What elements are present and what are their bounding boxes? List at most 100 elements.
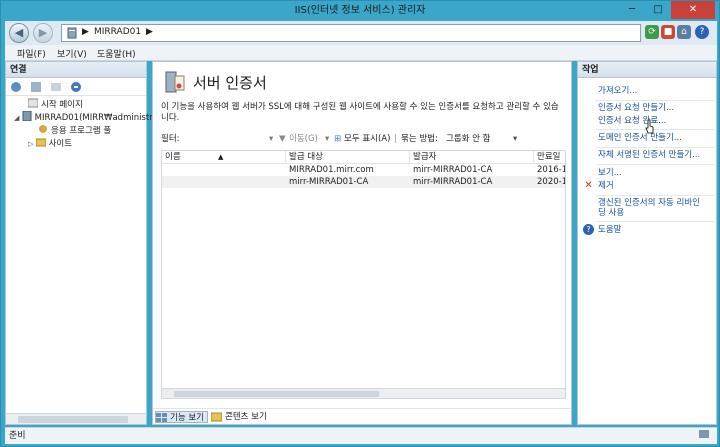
- toolbar-separator: |: [394, 134, 397, 144]
- save-icon[interactable]: [30, 81, 42, 96]
- connections-scrollbar[interactable]: [6, 413, 146, 424]
- window-title: IIS(인터넷 정보 서비스) 관리자: [294, 5, 426, 16]
- table-header: 이름 ▲ 발급 대상 발급자 만료일: [162, 151, 565, 164]
- folder-icon: [35, 137, 47, 147]
- menu-view[interactable]: 보기(V): [57, 47, 87, 60]
- address-row: ◀ ▶ ▶ MIRRAD01 ▶ ⟳ ■ ⌂ ?: [5, 21, 717, 45]
- connect-icon[interactable]: [10, 81, 22, 96]
- address-segment-server[interactable]: MIRRAD01: [94, 27, 141, 37]
- filter-label: 필터:: [161, 134, 180, 144]
- cell-issued-to: MIRRAD01.mirr.com: [289, 165, 374, 175]
- connections-tree: 시작 페이지 ◢ MIRRAD01(MIRR₩administra 응용 프로그…: [6, 96, 158, 426]
- tree-item-server[interactable]: ◢ MIRRAD01(MIRR₩administra: [14, 110, 158, 123]
- tree-item-start-page[interactable]: 시작 페이지: [27, 98, 83, 110]
- filter-input[interactable]: [189, 134, 269, 144]
- feature-view-icon: [156, 413, 167, 423]
- column-header-issued-to[interactable]: 발급 대상: [286, 151, 410, 164]
- maximize-button[interactable]: □: [645, 1, 671, 19]
- connections-header: 연결: [6, 62, 146, 78]
- action-create-certificate-request[interactable]: 인증서 요청 만들기...: [598, 103, 674, 113]
- action-separator: [596, 129, 714, 130]
- action-view[interactable]: 보기...: [598, 168, 622, 178]
- back-button[interactable]: ◀: [9, 23, 29, 43]
- cell-issued-to: mirr-MIRRAD01-CA: [289, 177, 369, 187]
- main-content: 서버 인증서 이 기능을 사용하여 웹 서버가 SSL에 대해 구성된 웹 사이…: [152, 61, 572, 425]
- cell-name: [162, 176, 286, 188]
- action-create-self-signed-certificate[interactable]: 자체 서명된 인증서 만들기...: [598, 150, 700, 160]
- cell-name: [162, 164, 286, 176]
- iis-manager-window: IIS(인터넷 정보 서비스) 관리자 ─ □ ✕ ◀ ▶ ▶ MIRRAD01…: [0, 0, 720, 447]
- cell-issued-by: mirr-MIRRAD01-CA: [413, 177, 493, 187]
- action-create-domain-certificate[interactable]: 도메인 인증서 만들기...: [598, 133, 682, 143]
- tree-item-app-pools[interactable]: 응용 프로그램 풀: [38, 124, 111, 136]
- page-title: 서버 인증서: [193, 74, 267, 92]
- start-page-icon: [27, 98, 39, 108]
- home-icon[interactable]: ⌂: [677, 25, 691, 39]
- cell-expiration: 2016-1: [537, 165, 566, 175]
- tab-content-view[interactable]: 콘텐츠 보기: [210, 411, 267, 423]
- filter-dropdown-icon[interactable]: ▾: [269, 132, 273, 146]
- action-remove[interactable]: 제거: [598, 181, 614, 191]
- filter-bar: 필터: ▾ ▼ 이동(G) ▾ ⊞ 모두 표시(A) | 묶는 방법: 그룹화 …: [161, 132, 566, 146]
- column-header-expiration[interactable]: 만료일: [534, 151, 565, 164]
- table-scrollbar[interactable]: [161, 388, 566, 399]
- window-controls: ─ □ ✕: [619, 1, 715, 19]
- action-separator: [596, 195, 714, 196]
- column-header-name[interactable]: 이름 ▲: [162, 151, 286, 164]
- table-row[interactable]: MIRRAD01.mirr.com mirr-MIRRAD01-CA 2016-…: [162, 164, 565, 176]
- action-complete-certificate-request[interactable]: 인증서 요청 완료...: [598, 116, 666, 126]
- help-icon[interactable]: ?: [695, 25, 709, 39]
- go-dropdown-icon[interactable]: ▾: [325, 132, 329, 146]
- status-text: 준비: [9, 431, 26, 441]
- stop-icon[interactable]: ■: [661, 25, 675, 39]
- mouse-cursor-icon: [645, 119, 654, 134]
- go-button[interactable]: 이동(G): [289, 132, 318, 146]
- close-button[interactable]: ✕: [671, 1, 715, 19]
- menu-bar: 파일(F) 보기(V) 도움말(H): [5, 45, 717, 61]
- connections-toolbar: [6, 78, 146, 96]
- title-bar: IIS(인터넷 정보 서비스) 관리자 ─ □ ✕: [1, 1, 719, 21]
- table-row[interactable]: mirr-MIRRAD01-CA mirr-MIRRAD01-CA 2020-1: [162, 176, 565, 188]
- server-icon: [22, 110, 32, 122]
- address-separator: ▶: [82, 27, 89, 37]
- group-by-dropdown-icon[interactable]: ▾: [513, 132, 517, 146]
- forward-button[interactable]: ▶: [33, 23, 53, 43]
- group-by-select[interactable]: 그룹화 안 함: [446, 132, 491, 146]
- action-help[interactable]: 도움말: [598, 225, 621, 235]
- server-certificates-icon: [163, 70, 187, 94]
- tree-item-sites[interactable]: ▷ 사이트: [28, 137, 72, 149]
- action-enable-auto-rebind[interactable]: 갱신된 인증서의 자동 리바인 딩 사용: [598, 198, 700, 218]
- help-icon: ?: [583, 224, 594, 235]
- go-icon: ▼: [279, 134, 286, 144]
- group-by-label: 묶는 방법:: [401, 134, 438, 144]
- status-bar: 준비: [5, 427, 717, 444]
- page-description: 이 기능을 사용하여 웹 서버가 SSL에 대해 구성된 웹 사이트에 사용할 …: [161, 102, 559, 123]
- cell-expiration: 2020-1: [537, 177, 566, 187]
- actions-pane: 작업 가져오기... 인증서 요청 만들기... 인증서 요청 완료... 도메…: [577, 61, 717, 425]
- menu-file[interactable]: 파일(F): [17, 47, 46, 60]
- cell-issued-by: mirr-MIRRAD01-CA: [413, 165, 493, 175]
- address-bar[interactable]: ▶ MIRRAD01 ▶: [61, 24, 641, 42]
- refresh-icon[interactable]: ⟳: [645, 25, 659, 39]
- connections-pane: 연결 시작 페이지 ◢ MIRRAD01(MIRR₩administra 응용 …: [5, 61, 158, 426]
- app-pool-icon: [38, 124, 48, 134]
- minimize-button[interactable]: ─: [619, 1, 645, 19]
- up-icon[interactable]: [50, 81, 62, 96]
- menu-help[interactable]: 도움말(H): [97, 47, 136, 60]
- action-separator: [596, 221, 714, 222]
- content-view-icon: [210, 412, 223, 422]
- action-separator: [596, 164, 714, 165]
- column-header-issued-by[interactable]: 발급자: [410, 151, 534, 164]
- action-separator: [596, 100, 714, 101]
- address-separator[interactable]: ▶: [146, 27, 153, 37]
- tab-feature-view[interactable]: 기능 보기: [155, 411, 208, 423]
- show-all-button[interactable]: 모두 표시(A): [344, 132, 390, 146]
- view-tabs: 기능 보기 콘텐츠 보기: [153, 408, 571, 424]
- action-import[interactable]: 가져오기...: [598, 86, 637, 96]
- disconnect-icon[interactable]: [70, 81, 82, 96]
- actions-header: 작업: [578, 62, 716, 78]
- server-icon: [66, 27, 78, 42]
- action-separator: [596, 147, 714, 148]
- remove-icon: ✕: [584, 180, 593, 191]
- show-all-icon: ⊞: [334, 134, 342, 144]
